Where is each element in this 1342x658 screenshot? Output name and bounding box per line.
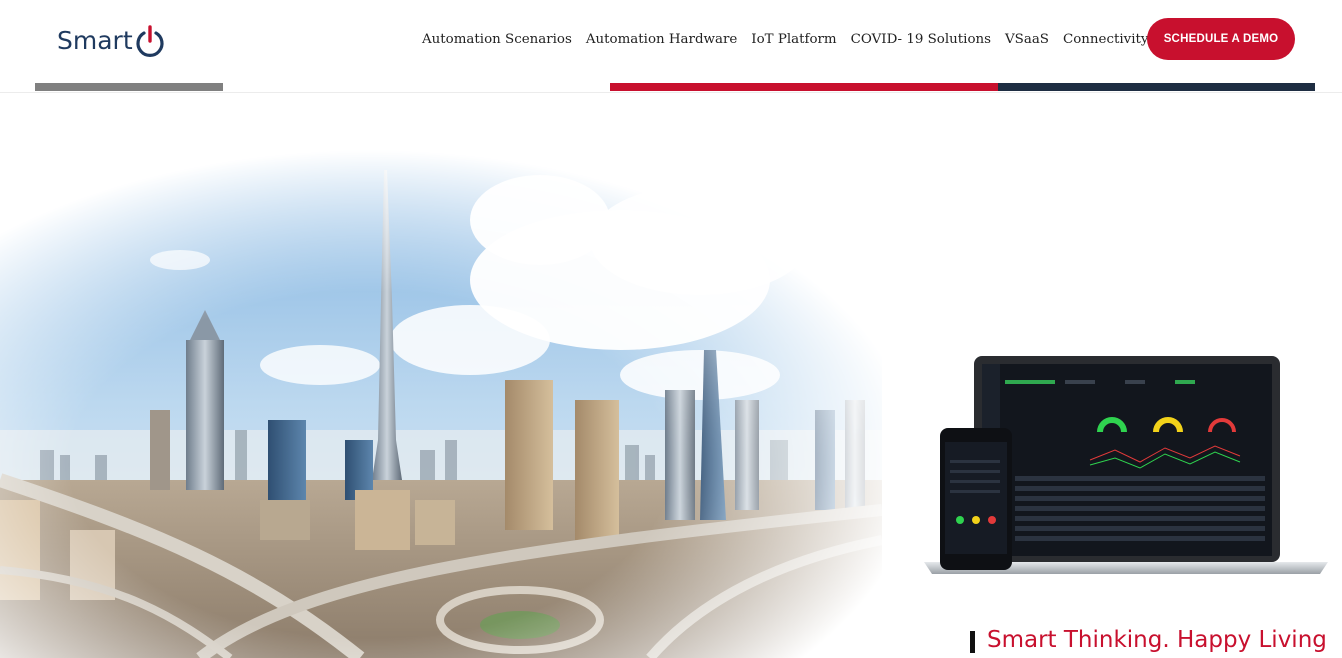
site-header: Smart Automation Scenarios Automation Ha… (0, 0, 1342, 93)
accent-bar-navy (998, 83, 1315, 91)
accent-bar-red (610, 83, 998, 91)
schedule-demo-button[interactable]: SCHEDULE A DEMO (1147, 18, 1295, 60)
logo-text: Smart (57, 26, 133, 55)
nav-automation-hardware[interactable]: Automation Hardware (586, 30, 737, 50)
home-page: Smart Automation Scenarios Automation Ha… (0, 0, 1342, 658)
nav-covid-solutions[interactable]: COVID- 19 Solutions (851, 30, 991, 50)
power-icon (134, 24, 166, 58)
accent-bar-gray (35, 83, 223, 91)
nav-automation-scenarios[interactable]: Automation Scenarios (422, 30, 572, 50)
nav-connectivity[interactable]: Connectivity (1063, 30, 1148, 50)
main-nav: Automation Scenarios Automation Hardware… (422, 30, 1148, 50)
nav-vsaas[interactable]: VSaaS (1005, 30, 1049, 50)
tagline-text: Smart Thinking. Happy Living (987, 627, 1327, 653)
nav-iot-platform[interactable]: IoT Platform (751, 30, 836, 50)
city-skyline-image (0, 150, 883, 658)
tagline-marker (970, 631, 975, 653)
hero-tagline: Smart Thinking. Happy Living (970, 624, 1327, 656)
logo[interactable]: Smart (57, 24, 166, 58)
dashboard-devices-image (920, 350, 1332, 580)
